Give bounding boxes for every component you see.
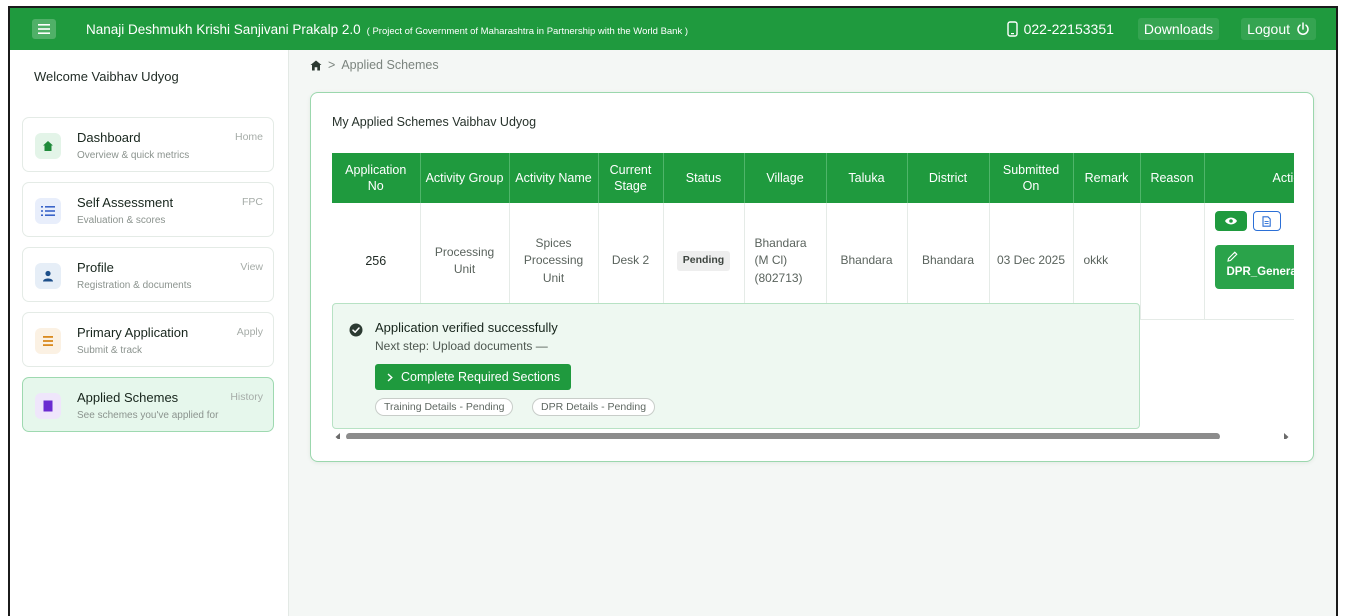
eye-icon: [1224, 217, 1237, 225]
logout-button[interactable]: Logout: [1241, 18, 1316, 40]
phone-icon: [1006, 21, 1018, 37]
dpr-generate-button[interactable]: DPR_Generate: [1214, 245, 1295, 289]
pencil-icon: [1226, 251, 1238, 262]
form-icon: [35, 328, 61, 354]
sidebar-item-title: Profile: [77, 260, 114, 275]
action-buttons: [1214, 211, 1295, 231]
logout-label: Logout: [1247, 21, 1290, 37]
sidebar-item-tag: View: [240, 261, 263, 273]
schemes-table: Application No Activity Group Activity N…: [332, 153, 1294, 320]
app-subtitle: ( Project of Government of Maharashtra i…: [366, 25, 689, 37]
column-header: Current Stage: [598, 153, 664, 203]
verification-title: Application verified successfully: [375, 320, 558, 335]
sidebar-item-dashboard[interactable]: Dashboard Overview & quick metrics Home: [22, 117, 274, 172]
column-header: Status: [663, 153, 745, 203]
top-bar: Nanaji Deshmukh Krishi Sanjivani Prakalp…: [10, 8, 1336, 50]
sidebar-item-primary-application[interactable]: Primary Application Submit & track Apply: [22, 312, 274, 367]
downloads-label: Downloads: [1143, 21, 1214, 37]
app-window: Nanaji Deshmukh Krishi Sanjivani Prakalp…: [8, 6, 1338, 616]
column-header: Reason: [1140, 153, 1205, 203]
list-icon: [35, 198, 61, 224]
document-button[interactable]: [1252, 211, 1281, 231]
power-icon: [1297, 22, 1309, 35]
sidebar-item-self-assessment[interactable]: Self Assessment Evaluation & scores FPC: [22, 182, 274, 237]
user-icon: [35, 263, 61, 289]
column-header: Actions: [1204, 153, 1294, 203]
scroll-right-arrow-icon[interactable]: [1282, 432, 1290, 439]
column-header: Activity Group: [420, 153, 510, 203]
top-actions: 022-22153351 Downloads Logout: [1006, 8, 1336, 50]
column-header: Taluka: [826, 153, 908, 203]
chevron-right-icon: [387, 372, 393, 382]
column-header: Application No: [332, 153, 421, 203]
view-button[interactable]: [1214, 211, 1247, 231]
hamburger-menu-button[interactable]: [32, 19, 56, 39]
next-step-text: Next step: Upload documents —: [375, 339, 548, 353]
sidebar-item-title: Dashboard: [77, 130, 141, 145]
applied-schemes-card: My Applied Schemes Vaibhav Udyog Applica…: [310, 92, 1314, 462]
sidebar-item-subtitle: Overview & quick metrics: [77, 150, 190, 161]
column-header: Activity Name: [509, 153, 599, 203]
sidebar-item-subtitle: See schemes you've applied for: [77, 410, 219, 421]
hamburger-icon: [38, 24, 50, 34]
document-icon: [1262, 215, 1271, 227]
scrollbar-thumb[interactable]: [346, 433, 1220, 439]
sidebar-item-tag: History: [230, 391, 263, 403]
column-header: Submitted On: [989, 153, 1074, 203]
complete-required-sections-label: Complete Required Sections: [401, 370, 561, 384]
training-details-chip: Training Details - Pending: [375, 398, 514, 416]
sidebar: Welcome Vaibhav Udyog Dashboard Overview…: [10, 50, 289, 616]
sidebar-item-subtitle: Registration & documents: [77, 280, 192, 291]
app-title-text: Nanaji Deshmukh Krishi Sanjivani Prakalp…: [86, 21, 361, 37]
column-header: Village: [744, 153, 827, 203]
sidebar-item-subtitle: Evaluation & scores: [77, 215, 166, 226]
horizontal-scrollbar[interactable]: [332, 431, 1294, 439]
sidebar-item-title: Primary Application: [77, 325, 189, 340]
cell-actions: DPR_Generate: [1204, 203, 1294, 320]
home-icon[interactable]: [310, 60, 322, 71]
bookmark-icon: [35, 393, 61, 419]
status-badge: Pending: [676, 251, 731, 271]
scroll-left-arrow-icon[interactable]: [334, 432, 342, 439]
column-header: Remark: [1073, 153, 1141, 203]
home-icon: [35, 133, 61, 159]
welcome-text: Welcome Vaibhav Udyog: [34, 69, 179, 84]
breadcrumb-current: Applied Schemes: [341, 58, 439, 72]
column-header: District: [907, 153, 990, 203]
sidebar-item-profile[interactable]: Profile Registration & documents View: [22, 247, 274, 302]
card-title: My Applied Schemes Vaibhav Udyog: [332, 115, 537, 129]
sidebar-item-tag: Home: [234, 131, 263, 143]
downloads-button[interactable]: Downloads: [1137, 18, 1220, 40]
sidebar-item-title: Self Assessment: [77, 195, 174, 210]
table-header-row: Application No Activity Group Activity N…: [332, 153, 1294, 203]
sidebar-item-subtitle: Submit & track: [77, 345, 143, 356]
phone-contact[interactable]: 022-22153351: [1006, 21, 1114, 37]
sidebar-item-title: Applied Schemes: [77, 390, 179, 405]
complete-required-sections-button[interactable]: Complete Required Sections: [375, 364, 572, 390]
dpr-details-chip: DPR Details - Pending: [532, 398, 656, 416]
sidebar-item-tag: FPC: [242, 196, 263, 208]
verification-panel: Application verified successfully Next s…: [332, 303, 1140, 429]
sidebar-item-applied-schemes[interactable]: Applied Schemes See schemes you've appli…: [22, 377, 274, 432]
check-circle-icon: [349, 323, 363, 337]
breadcrumb: > Applied Schemes: [310, 58, 439, 72]
cell-reason: [1140, 203, 1205, 320]
schemes-table-container: Application No Activity Group Activity N…: [332, 153, 1294, 439]
breadcrumb-separator: >: [328, 58, 336, 72]
phone-number: 022-22153351: [1023, 21, 1114, 37]
app-title: Nanaji Deshmukh Krishi Sanjivani Prakalp…: [86, 22, 688, 37]
dpr-generate-label: DPR_Generate: [1226, 266, 1295, 278]
sidebar-item-tag: Apply: [236, 326, 263, 338]
